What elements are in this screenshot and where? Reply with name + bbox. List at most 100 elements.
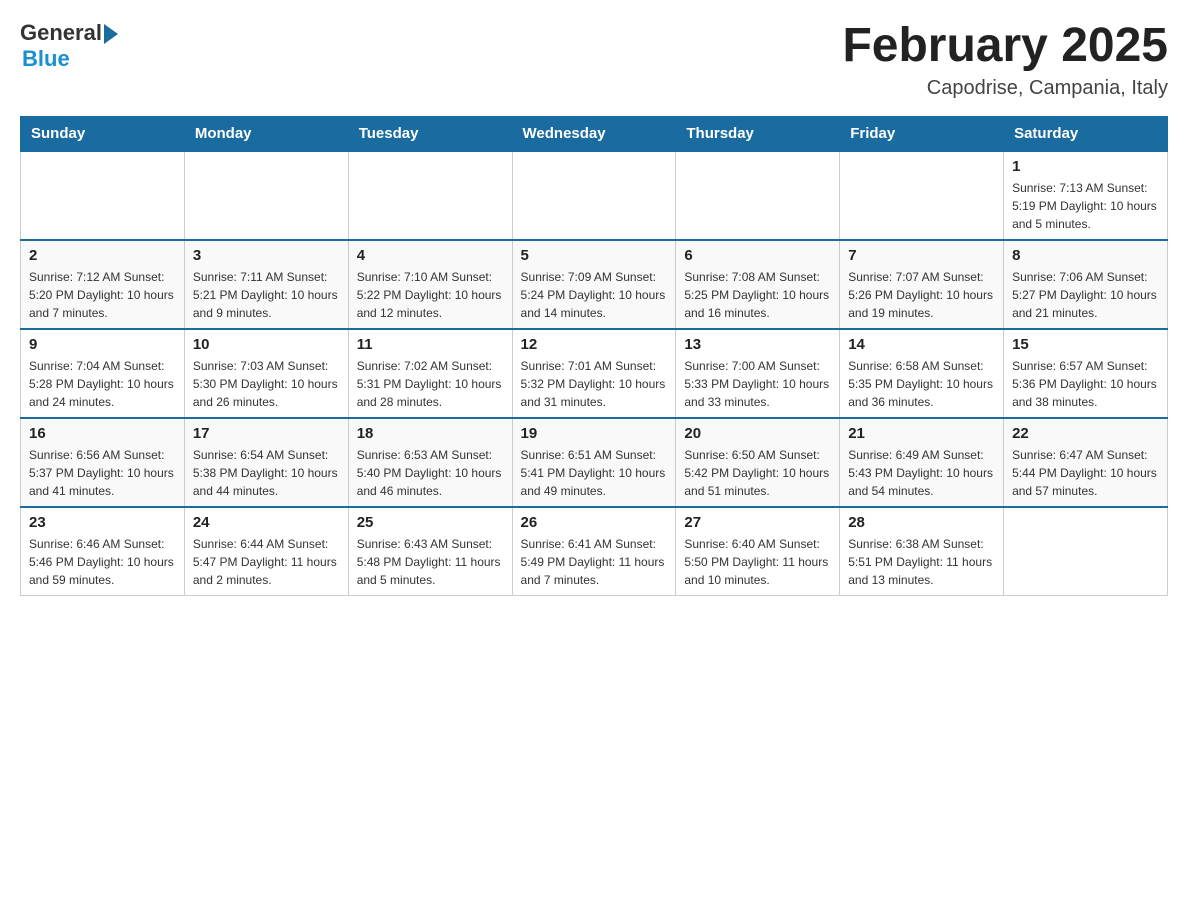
day-info: Sunrise: 6:53 AM Sunset: 5:40 PM Dayligh… xyxy=(357,446,504,500)
day-of-week-header: Wednesday xyxy=(512,116,676,151)
day-info: Sunrise: 7:02 AM Sunset: 5:31 PM Dayligh… xyxy=(357,357,504,411)
day-number: 26 xyxy=(521,514,668,531)
calendar-header-row: SundayMondayTuesdayWednesdayThursdayFrid… xyxy=(21,116,1168,151)
logo-blue-text: Blue xyxy=(22,46,70,72)
page-header: General Blue February 2025 Capodrise, Ca… xyxy=(20,20,1168,100)
calendar-subtitle: Capodrise, Campania, Italy xyxy=(842,77,1168,100)
day-info: Sunrise: 6:47 AM Sunset: 5:44 PM Dayligh… xyxy=(1012,446,1159,500)
day-info: Sunrise: 6:43 AM Sunset: 5:48 PM Dayligh… xyxy=(357,535,504,589)
calendar-day-cell xyxy=(184,151,348,240)
day-info: Sunrise: 6:54 AM Sunset: 5:38 PM Dayligh… xyxy=(193,446,340,500)
day-number: 23 xyxy=(29,514,176,531)
day-of-week-header: Tuesday xyxy=(348,116,512,151)
day-info: Sunrise: 7:06 AM Sunset: 5:27 PM Dayligh… xyxy=(1012,268,1159,322)
day-info: Sunrise: 7:00 AM Sunset: 5:33 PM Dayligh… xyxy=(684,357,831,411)
day-number: 9 xyxy=(29,336,176,353)
day-of-week-header: Friday xyxy=(840,116,1004,151)
day-info: Sunrise: 6:51 AM Sunset: 5:41 PM Dayligh… xyxy=(521,446,668,500)
calendar-day-cell: 4 Sunrise: 7:10 AM Sunset: 5:22 PM Daylig… xyxy=(348,240,512,329)
day-number: 14 xyxy=(848,336,995,353)
day-number: 7 xyxy=(848,247,995,264)
calendar-day-cell: 2 Sunrise: 7:12 AM Sunset: 5:20 PM Daylig… xyxy=(21,240,185,329)
calendar-day-cell: 22 Sunrise: 6:47 AM Sunset: 5:44 PM Dayli… xyxy=(1004,418,1168,507)
day-info: Sunrise: 7:08 AM Sunset: 5:25 PM Dayligh… xyxy=(684,268,831,322)
calendar-day-cell: 13 Sunrise: 7:00 AM Sunset: 5:33 PM Dayli… xyxy=(676,329,840,418)
day-number: 16 xyxy=(29,425,176,442)
calendar-day-cell: 21Sunrise: 6:49 AM Sunset: 5:43 PM Dayli… xyxy=(840,418,1004,507)
calendar-table: SundayMondayTuesdayWednesdayThursdayFrid… xyxy=(20,116,1168,596)
day-number: 6 xyxy=(684,247,831,264)
day-info: Sunrise: 7:10 AM Sunset: 5:22 PM Dayligh… xyxy=(357,268,504,322)
calendar-day-cell xyxy=(1004,507,1168,596)
calendar-day-cell: 23 Sunrise: 6:46 AM Sunset: 5:46 PM Dayli… xyxy=(21,507,185,596)
day-number: 1 xyxy=(1012,158,1159,175)
day-number: 13 xyxy=(684,336,831,353)
day-info: Sunrise: 7:11 AM Sunset: 5:21 PM Dayligh… xyxy=(193,268,340,322)
day-info: Sunrise: 7:12 AM Sunset: 5:20 PM Dayligh… xyxy=(29,268,176,322)
day-info: Sunrise: 7:07 AM Sunset: 5:26 PM Dayligh… xyxy=(848,268,995,322)
calendar-day-cell: 12Sunrise: 7:01 AM Sunset: 5:32 PM Dayli… xyxy=(512,329,676,418)
day-info: Sunrise: 6:56 AM Sunset: 5:37 PM Dayligh… xyxy=(29,446,176,500)
day-info: Sunrise: 6:40 AM Sunset: 5:50 PM Dayligh… xyxy=(684,535,831,589)
day-of-week-header: Thursday xyxy=(676,116,840,151)
day-of-week-header: Saturday xyxy=(1004,116,1168,151)
day-number: 27 xyxy=(684,514,831,531)
day-info: Sunrise: 7:04 AM Sunset: 5:28 PM Dayligh… xyxy=(29,357,176,411)
calendar-day-cell: 28 Sunrise: 6:38 AM Sunset: 5:51 PM Dayli… xyxy=(840,507,1004,596)
day-number: 15 xyxy=(1012,336,1159,353)
calendar-week-row: 2 Sunrise: 7:12 AM Sunset: 5:20 PM Daylig… xyxy=(21,240,1168,329)
calendar-day-cell: 6 Sunrise: 7:08 AM Sunset: 5:25 PM Daylig… xyxy=(676,240,840,329)
calendar-day-cell: 11 Sunrise: 7:02 AM Sunset: 5:31 PM Dayli… xyxy=(348,329,512,418)
calendar-day-cell: 10 Sunrise: 7:03 AM Sunset: 5:30 PM Dayli… xyxy=(184,329,348,418)
calendar-day-cell: 3 Sunrise: 7:11 AM Sunset: 5:21 PM Daylig… xyxy=(184,240,348,329)
calendar-day-cell: 19 Sunrise: 6:51 AM Sunset: 5:41 PM Dayli… xyxy=(512,418,676,507)
calendar-day-cell: 15 Sunrise: 6:57 AM Sunset: 5:36 PM Dayli… xyxy=(1004,329,1168,418)
day-number: 28 xyxy=(848,514,995,531)
calendar-day-cell: 5 Sunrise: 7:09 AM Sunset: 5:24 PM Daylig… xyxy=(512,240,676,329)
calendar-day-cell: 8 Sunrise: 7:06 AM Sunset: 5:27 PM Daylig… xyxy=(1004,240,1168,329)
day-number: 2 xyxy=(29,247,176,264)
calendar-day-cell: 25 Sunrise: 6:43 AM Sunset: 5:48 PM Dayli… xyxy=(348,507,512,596)
day-number: 3 xyxy=(193,247,340,264)
day-number: 20 xyxy=(684,425,831,442)
day-number: 24 xyxy=(193,514,340,531)
calendar-day-cell: 1Sunrise: 7:13 AM Sunset: 5:19 PM Daylig… xyxy=(1004,151,1168,240)
day-info: Sunrise: 6:46 AM Sunset: 5:46 PM Dayligh… xyxy=(29,535,176,589)
calendar-day-cell xyxy=(512,151,676,240)
day-number: 22 xyxy=(1012,425,1159,442)
day-number: 10 xyxy=(193,336,340,353)
logo: General Blue xyxy=(20,20,118,72)
day-number: 19 xyxy=(521,425,668,442)
day-info: Sunrise: 7:03 AM Sunset: 5:30 PM Dayligh… xyxy=(193,357,340,411)
day-info: Sunrise: 6:50 AM Sunset: 5:42 PM Dayligh… xyxy=(684,446,831,500)
day-info: Sunrise: 6:57 AM Sunset: 5:36 PM Dayligh… xyxy=(1012,357,1159,411)
calendar-title: February 2025 xyxy=(842,20,1168,73)
day-of-week-header: Sunday xyxy=(21,116,185,151)
day-info: Sunrise: 6:38 AM Sunset: 5:51 PM Dayligh… xyxy=(848,535,995,589)
day-number: 5 xyxy=(521,247,668,264)
calendar-week-row: 23 Sunrise: 6:46 AM Sunset: 5:46 PM Dayli… xyxy=(21,507,1168,596)
calendar-day-cell: 18Sunrise: 6:53 AM Sunset: 5:40 PM Dayli… xyxy=(348,418,512,507)
day-info: Sunrise: 7:09 AM Sunset: 5:24 PM Dayligh… xyxy=(521,268,668,322)
calendar-day-cell: 14 Sunrise: 6:58 AM Sunset: 5:35 PM Dayli… xyxy=(840,329,1004,418)
calendar-week-row: 16 Sunrise: 6:56 AM Sunset: 5:37 PM Dayli… xyxy=(21,418,1168,507)
calendar-day-cell: 20 Sunrise: 6:50 AM Sunset: 5:42 PM Dayli… xyxy=(676,418,840,507)
day-info: Sunrise: 6:41 AM Sunset: 5:49 PM Dayligh… xyxy=(521,535,668,589)
calendar-day-cell xyxy=(348,151,512,240)
logo-general-text: General xyxy=(20,20,102,46)
day-number: 4 xyxy=(357,247,504,264)
calendar-day-cell xyxy=(840,151,1004,240)
day-number: 12 xyxy=(521,336,668,353)
day-number: 8 xyxy=(1012,247,1159,264)
day-info: Sunrise: 6:58 AM Sunset: 5:35 PM Dayligh… xyxy=(848,357,995,411)
calendar-day-cell: 17 Sunrise: 6:54 AM Sunset: 5:38 PM Dayli… xyxy=(184,418,348,507)
day-of-week-header: Monday xyxy=(184,116,348,151)
day-info: Sunrise: 6:44 AM Sunset: 5:47 PM Dayligh… xyxy=(193,535,340,589)
calendar-day-cell: 9 Sunrise: 7:04 AM Sunset: 5:28 PM Daylig… xyxy=(21,329,185,418)
day-number: 21 xyxy=(848,425,995,442)
day-number: 17 xyxy=(193,425,340,442)
day-number: 11 xyxy=(357,336,504,353)
calendar-day-cell: 26 Sunrise: 6:41 AM Sunset: 5:49 PM Dayli… xyxy=(512,507,676,596)
calendar-week-row: 9 Sunrise: 7:04 AM Sunset: 5:28 PM Daylig… xyxy=(21,329,1168,418)
day-number: 25 xyxy=(357,514,504,531)
